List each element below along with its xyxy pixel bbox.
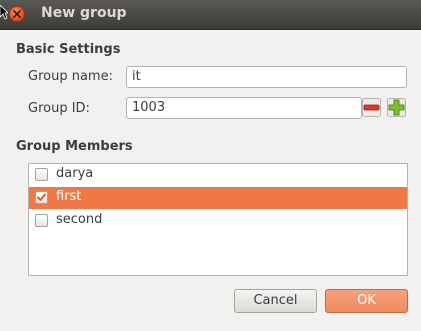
member-row-darya[interactable]: darya bbox=[29, 164, 407, 186]
close-icon[interactable] bbox=[9, 6, 25, 22]
member-row-first[interactable]: first bbox=[29, 187, 407, 209]
window-title: New group bbox=[41, 5, 127, 21]
mouse-cursor-icon bbox=[0, 5, 8, 20]
group-id-label: Group ID: bbox=[28, 101, 90, 116]
minus-icon[interactable] bbox=[362, 98, 381, 117]
group-members-heading: Group Members bbox=[16, 139, 133, 154]
title-bar[interactable]: New group bbox=[0, 0, 421, 30]
ok-button[interactable]: OK bbox=[325, 289, 408, 313]
member-row-second[interactable]: second bbox=[29, 210, 407, 232]
member-name: first bbox=[56, 189, 82, 204]
checked-checkbox-icon[interactable] bbox=[35, 191, 48, 204]
checkbox-icon[interactable] bbox=[35, 214, 48, 227]
checkbox-icon[interactable] bbox=[35, 168, 48, 181]
basic-settings-heading: Basic Settings bbox=[16, 42, 121, 57]
cancel-button[interactable]: Cancel bbox=[234, 289, 317, 313]
member-name: second bbox=[56, 212, 103, 227]
group-members-list[interactable]: darya first second bbox=[28, 163, 408, 276]
new-group-dialog: New group Basic Settings Group name: it … bbox=[0, 0, 421, 331]
plus-icon[interactable] bbox=[387, 98, 406, 117]
group-name-field[interactable]: it bbox=[126, 66, 407, 88]
group-name-label: Group name: bbox=[28, 69, 113, 84]
group-id-field[interactable]: 1003 bbox=[126, 97, 362, 119]
member-name: darya bbox=[56, 166, 94, 181]
